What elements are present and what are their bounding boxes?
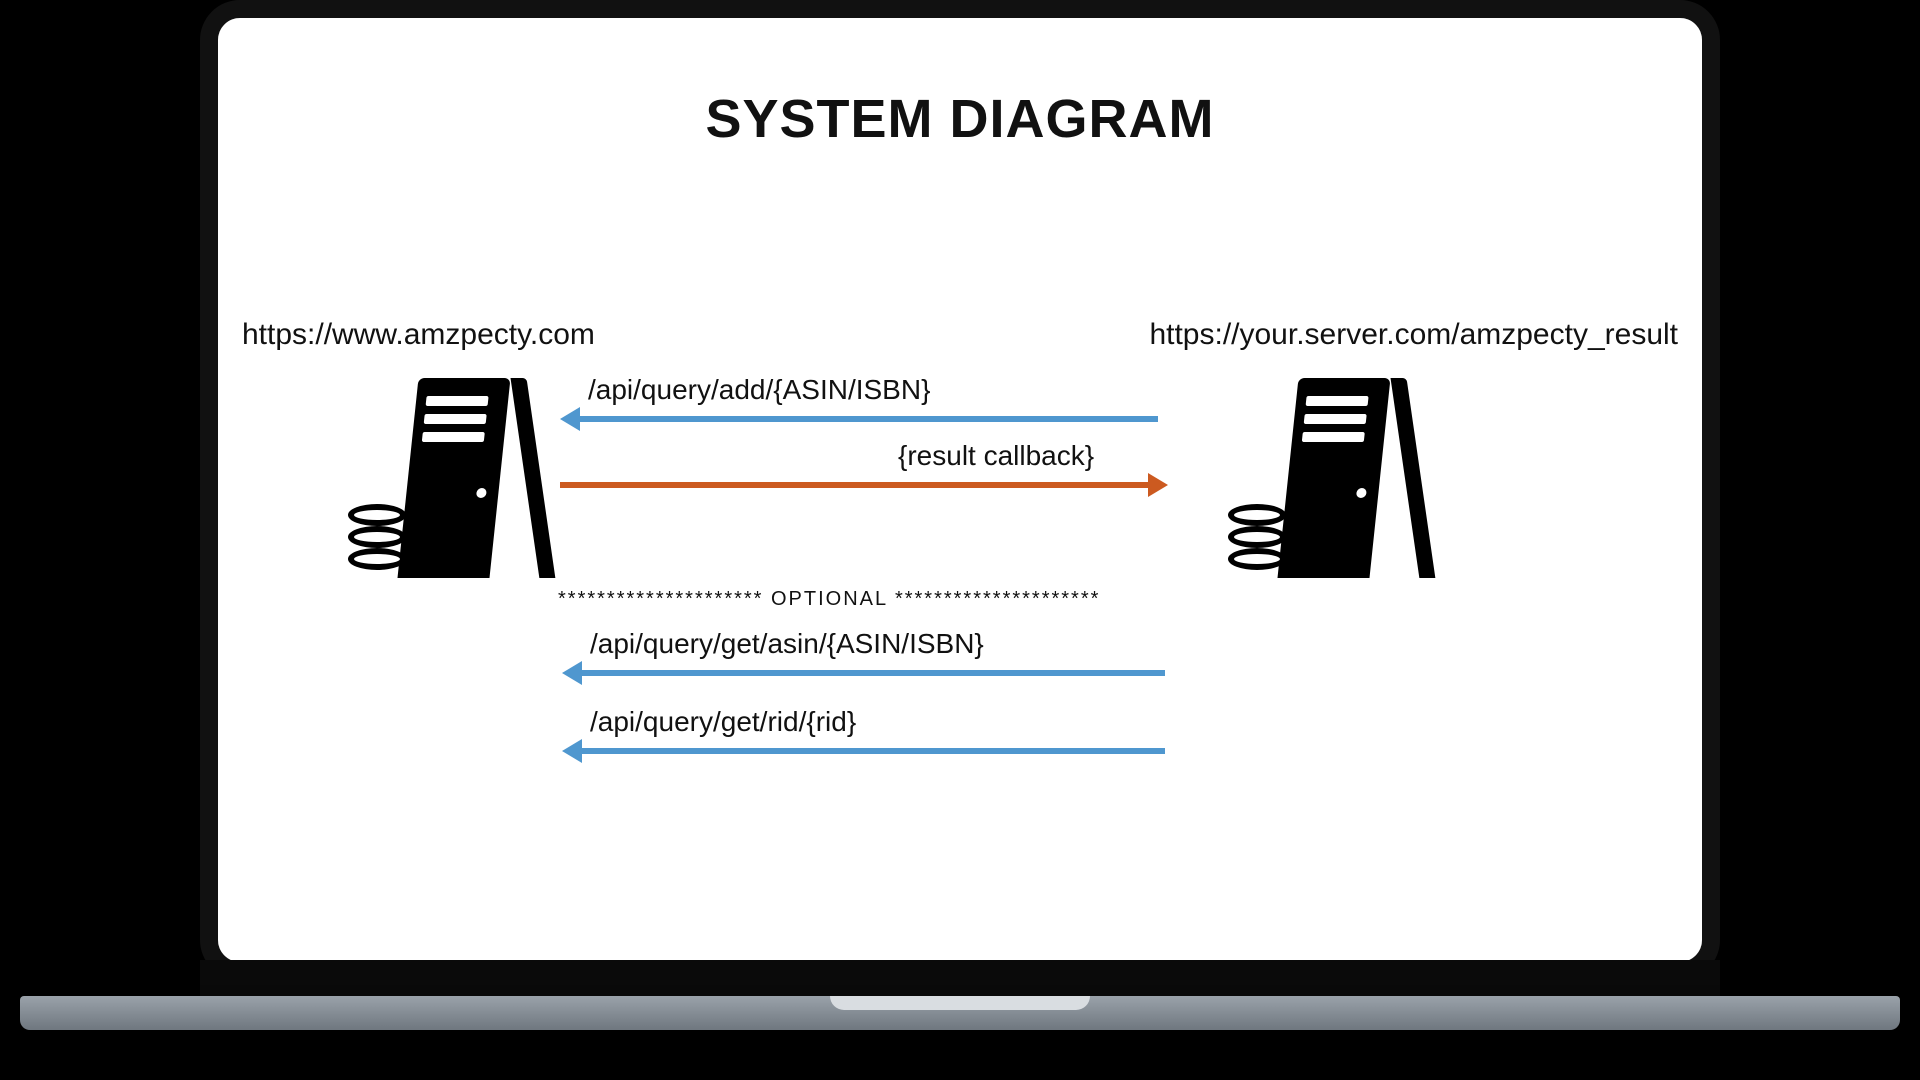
arrow-get-asin	[580, 670, 1165, 676]
arrow-label-get-rid: /api/query/get/rid/{rid}	[590, 706, 856, 738]
arrow-callback	[560, 482, 1150, 488]
arrow-head-left-icon	[562, 739, 582, 763]
arrow-label-add: /api/query/add/{ASIN/ISBN}	[588, 374, 930, 406]
laptop-base	[20, 996, 1900, 1030]
arrow-label-get-asin: /api/query/get/asin/{ASIN/ISBN}	[590, 628, 984, 660]
server-icon-right	[1228, 378, 1398, 588]
server-tower-icon	[1277, 378, 1390, 578]
arrow-head-right-icon	[1148, 473, 1168, 497]
laptop-trackpad-lip	[830, 996, 1090, 1010]
arrow-head-left-icon	[562, 661, 582, 685]
arrow-get-rid	[580, 748, 1165, 754]
database-icon	[1228, 498, 1286, 578]
server-icon-left	[348, 378, 518, 588]
arrow-label-callback: {result callback}	[898, 440, 1094, 472]
server-tower-icon	[397, 378, 510, 578]
laptop-frame: SYSTEM DIAGRAM https://www.amzpecty.com …	[200, 0, 1720, 980]
arrow-head-left-icon	[560, 407, 580, 431]
laptop-bezel-bottom	[200, 960, 1720, 996]
screen: SYSTEM DIAGRAM https://www.amzpecty.com …	[218, 18, 1702, 962]
left-server-url: https://www.amzpecty.com	[242, 318, 595, 352]
arrow-add	[578, 416, 1158, 422]
database-icon	[348, 498, 406, 578]
right-server-url: https://your.server.com/amzpecty_result	[1149, 318, 1678, 352]
stage: SYSTEM DIAGRAM https://www.amzpecty.com …	[0, 0, 1920, 1080]
optional-divider: ********************* OPTIONAL *********…	[558, 588, 1100, 611]
diagram-title: SYSTEM DIAGRAM	[218, 88, 1702, 150]
